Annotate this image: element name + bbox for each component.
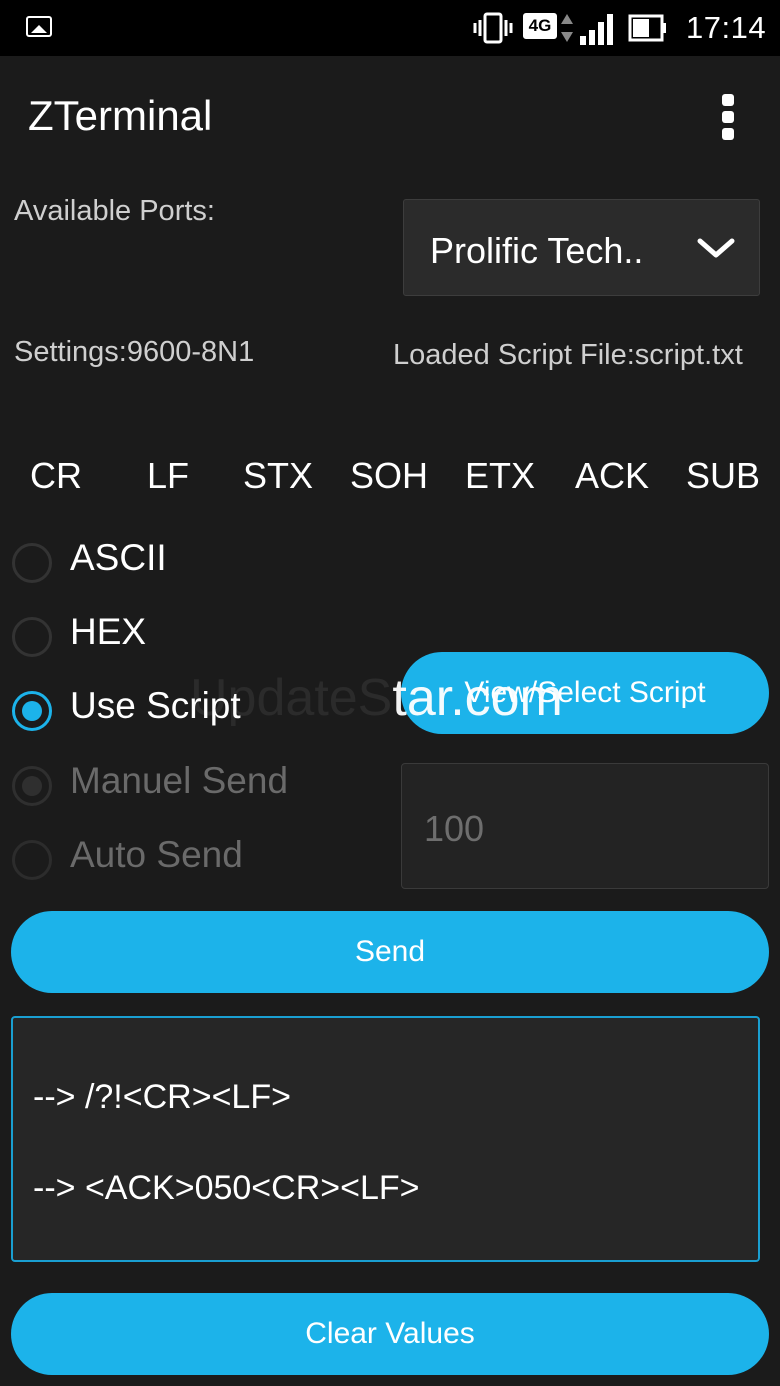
data-arrows-icon [561,14,573,42]
clock: 17:14 [686,10,767,45]
available-ports-label: Available Ports: [14,195,215,227]
status-bar: 4G 17:14 [0,0,780,56]
ctrl-sub-button[interactable]: SUB [673,455,773,497]
port-selector[interactable]: Prolific Tech.. [403,199,760,296]
app-screen: 4G 17:14 ZTerminal Available Ports: Prol… [0,0,780,1386]
log-line: --> <ACK>050<CR><LF> [33,1169,420,1207]
mode-label: Use Script [70,685,241,726]
ctrl-etx-button[interactable]: ETX [450,455,550,497]
app-title: ZTerminal [28,92,213,139]
log-line: --> /?!<CR><LF> [33,1078,291,1116]
radio-disabled-checked [12,766,52,806]
mode-label: HEX [70,611,147,652]
mode-label: Manuel Send [70,760,289,801]
interval-placeholder: 100 [424,808,485,849]
ctrl-soh-button[interactable]: SOH [339,455,439,497]
ctrl-cr-button[interactable]: CR [6,455,106,497]
control-chars-row: CR LF STX SOH ETX ACK SUB [0,455,780,501]
interval-input[interactable]: 100 [401,763,769,889]
signal-icon [580,14,613,45]
gallery-icon [26,16,52,37]
more-dot [722,94,734,106]
radio-unchecked [12,617,52,657]
clear-values-button[interactable]: Clear Values [11,1293,769,1375]
view-select-script-button[interactable]: View/Select Script [401,652,769,734]
more-dot [722,111,734,123]
send-button[interactable]: Send [11,911,769,993]
port-selected-value: Prolific Tech.. [430,230,644,271]
more-vert-icon[interactable] [712,88,744,146]
network-type-badge: 4G [523,13,557,39]
settings-label: Settings:9600-8N1 [14,336,255,368]
mode-label: Auto Send [70,834,243,875]
ctrl-ack-button[interactable]: ACK [562,455,662,497]
battery-icon [628,14,666,42]
radio-checked [12,691,52,731]
radio-unchecked [12,543,52,583]
ctrl-lf-button[interactable]: LF [118,455,218,497]
log-output[interactable]: --> /?!<CR><LF> --> <ACK>050<CR><LF> [11,1016,760,1262]
chevron-down-icon [697,238,735,258]
mode-label: ASCII [70,537,167,578]
radio-disabled-unchecked [12,840,52,880]
vibrate-icon [473,12,513,44]
more-dot [722,128,734,140]
ctrl-stx-button[interactable]: STX [228,455,328,497]
loaded-script-label: Loaded Script File:script.txt [393,339,743,371]
